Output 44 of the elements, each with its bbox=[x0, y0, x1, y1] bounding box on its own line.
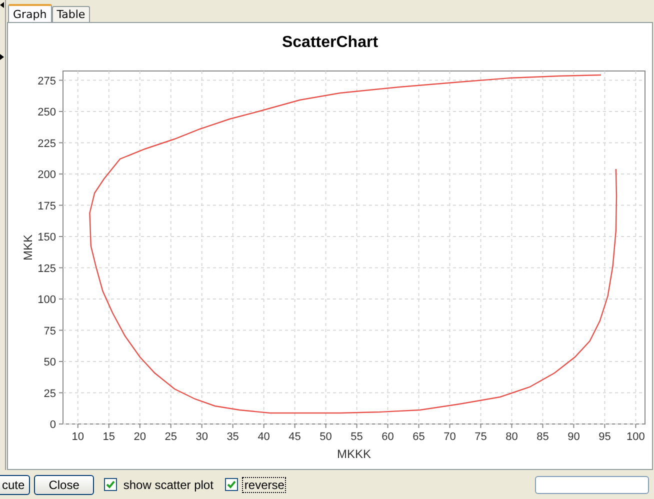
x-tick-label: 80 bbox=[506, 431, 518, 443]
x-tick-label: 10 bbox=[72, 431, 84, 443]
y-tick-label: 0 bbox=[50, 419, 56, 431]
y-tick-label: 225 bbox=[38, 138, 56, 150]
checkbox-label[interactable]: reverse bbox=[242, 476, 286, 492]
y-tick-label: 25 bbox=[44, 388, 56, 400]
tab[interactable]: Graph bbox=[8, 4, 52, 22]
x-tick-label: 50 bbox=[320, 431, 332, 443]
y-tick-label: 100 bbox=[38, 294, 56, 306]
checkbox[interactable] bbox=[225, 478, 238, 491]
x-tick-label: 85 bbox=[536, 431, 549, 443]
x-tick-label: 70 bbox=[444, 431, 456, 443]
x-axis-label: MKKK bbox=[337, 447, 371, 461]
x-tick-label: 95 bbox=[598, 431, 611, 443]
y-tick-label: 75 bbox=[44, 325, 56, 338]
x-tick-label: 25 bbox=[164, 431, 177, 443]
y-tick-label: 275 bbox=[38, 75, 56, 88]
y-tick-label: 200 bbox=[38, 169, 56, 181]
y-axis-label: MKK bbox=[21, 234, 35, 260]
button[interactable]: cute bbox=[0, 474, 30, 494]
y-tick-label: 175 bbox=[38, 200, 56, 212]
x-tick-label: 60 bbox=[382, 431, 394, 443]
x-tick-label: 20 bbox=[134, 431, 146, 443]
y-tick-label: 150 bbox=[38, 232, 56, 244]
checkbox[interactable] bbox=[104, 478, 118, 491]
x-tick-label: 90 bbox=[568, 431, 580, 443]
button[interactable]: Close bbox=[34, 474, 94, 494]
tab[interactable]: Table bbox=[52, 6, 90, 22]
x-tick-label: 100 bbox=[626, 431, 645, 443]
x-tick-label: 30 bbox=[196, 431, 208, 443]
x-tick-label: 35 bbox=[226, 431, 239, 443]
splitter-arrows-icon[interactable] bbox=[0, 2, 5, 62]
x-tick-label: 15 bbox=[102, 431, 115, 443]
x-tick-label: 40 bbox=[258, 431, 270, 443]
text-field[interactable] bbox=[535, 476, 649, 494]
x-tick-label: 45 bbox=[288, 431, 301, 443]
y-tick-label: 125 bbox=[38, 262, 56, 275]
y-tick-label: 250 bbox=[38, 106, 56, 118]
chart-title: ScatterChart bbox=[282, 34, 378, 51]
checkbox-label[interactable]: show scatter plot bbox=[121, 476, 216, 492]
y-tick-label: 50 bbox=[44, 356, 56, 368]
x-tick-label: 55 bbox=[350, 431, 363, 443]
x-tick-label: 75 bbox=[474, 431, 487, 443]
x-tick-label: 65 bbox=[412, 431, 425, 443]
